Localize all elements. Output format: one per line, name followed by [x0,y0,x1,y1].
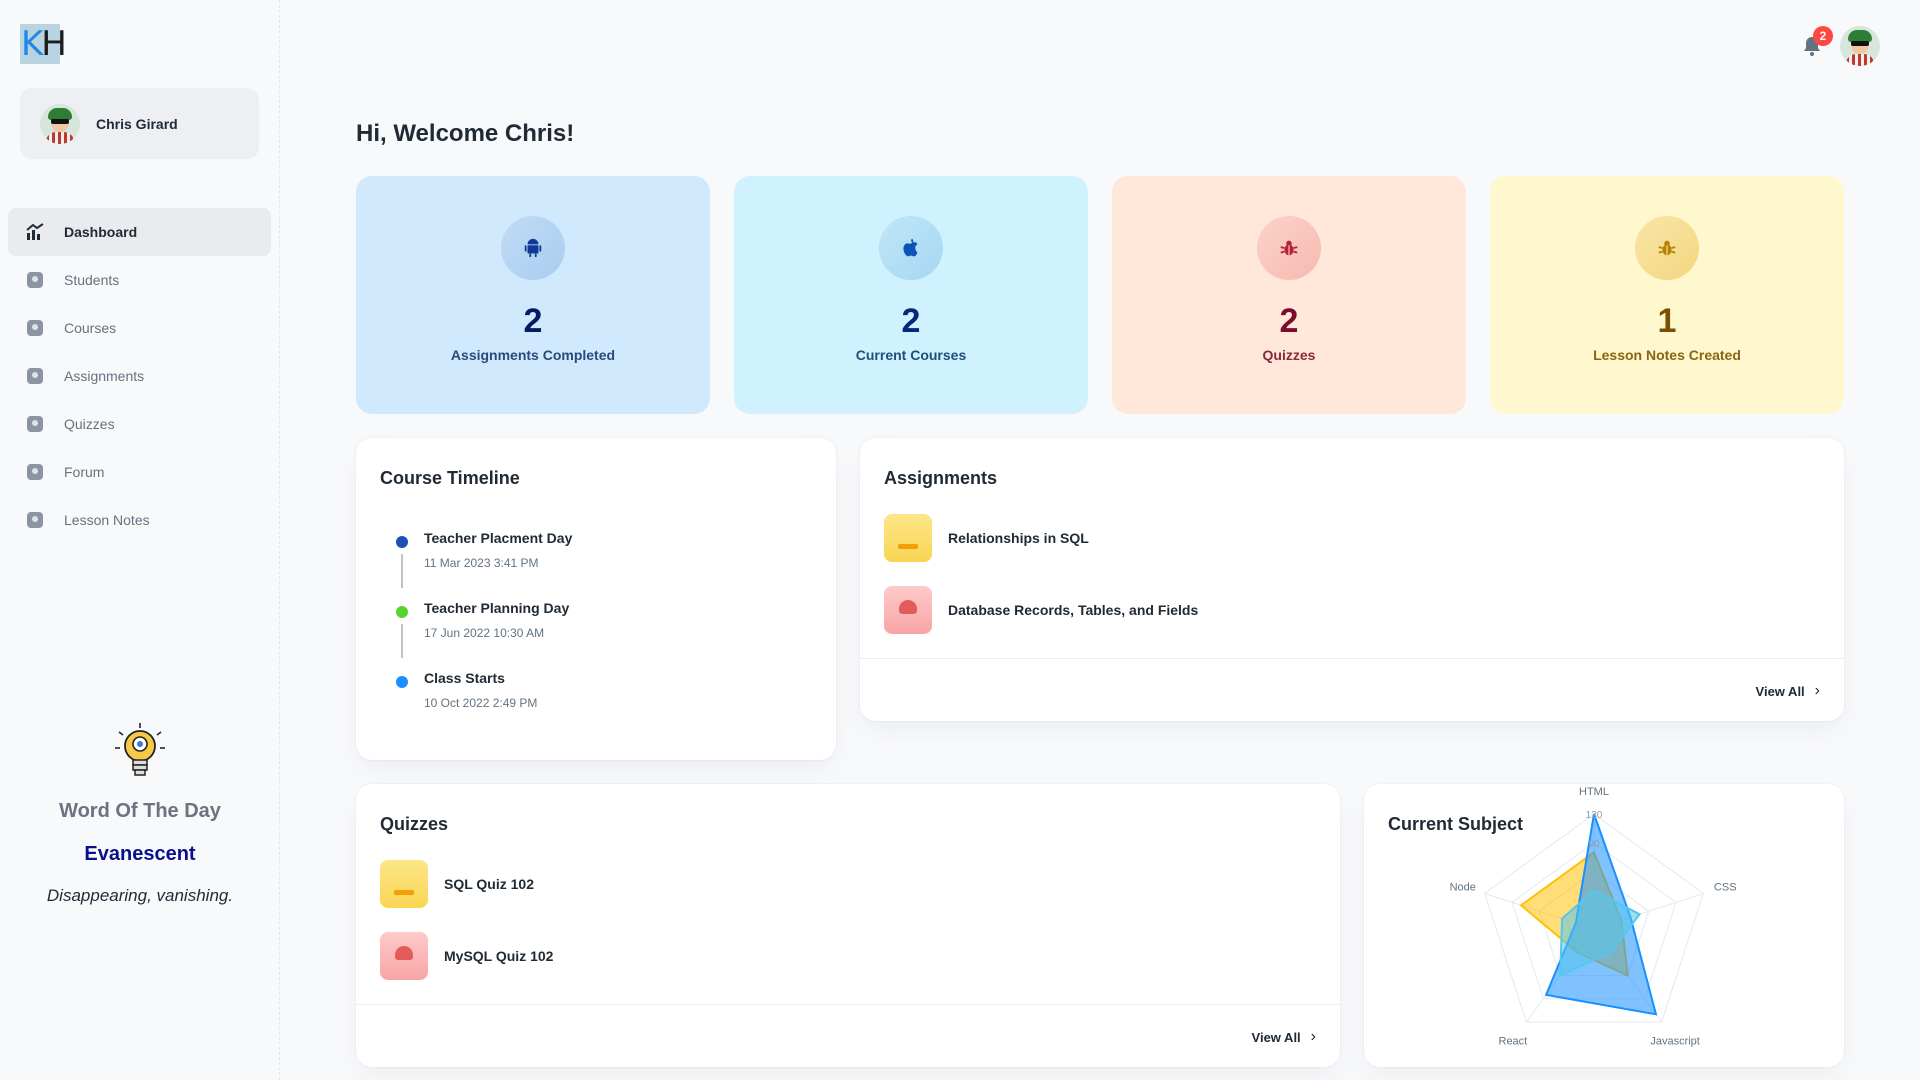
sidebar-item-dashboard[interactable]: Dashboard [8,208,271,256]
radar-axis-label: React [1499,1036,1528,1048]
assignments-panel: Assignments Relationships in SQL Databas… [860,438,1844,721]
quiz-thumbnail [380,860,428,908]
word-of-the-day: Word Of The Day Evanescent Disappearing,… [0,722,280,906]
view-all-quizzes-button[interactable]: View All › [1252,1028,1316,1046]
assignment-item[interactable]: Relationships in SQL [884,514,1089,562]
apple-icon [879,216,943,280]
chevron-right-icon: › [1814,682,1820,699]
person-icon [25,270,45,290]
person-icon [25,462,45,482]
bug-icon [1257,216,1321,280]
stat-label: Lesson Notes Created [1593,347,1741,363]
android-icon [501,216,565,280]
panel-title: Quizzes [380,814,449,834]
stat-value: 2 [523,302,543,340]
timeline-connector [401,554,403,588]
sidebar-item-quizzes[interactable]: Quizzes [8,400,271,448]
stat-card-quizzes: 2 Quizzes [1112,176,1466,414]
book-icon [25,366,45,386]
quiz-thumbnail [380,932,428,980]
book-icon [25,510,45,530]
panel-title: Course Timeline [380,468,520,488]
radar-axis-label: CSS [1714,881,1737,893]
stat-value: 2 [901,302,921,340]
sidebar-item-label: Lesson Notes [64,512,150,528]
timeline-connector [401,624,403,658]
sidebar-item-label: Assignments [64,368,145,384]
page-title: Hi, Welcome Chris! [356,120,575,147]
quiz-title: MySQL Quiz 102 [444,948,554,964]
radar-axis-label: Node [1450,881,1476,893]
stat-card-assignments-completed: 2 Assignments Completed [356,176,710,414]
sidebar: KH Chris Girard Dashboard Students Cours… [0,0,280,1080]
assignment-thumbnail [884,514,932,562]
stat-label: Current Courses [855,347,967,363]
timeline-item-title: Teacher Placment Day [424,530,573,546]
assignment-thumbnail [884,586,932,634]
word-of-the-day-title: Word Of The Day [59,800,221,822]
timeline-dot [396,676,408,688]
timeline-item-title: Class Starts [424,670,505,686]
assignment-item[interactable]: Database Records, Tables, and Fields [884,586,1198,634]
sidebar-item-label: Dashboard [64,224,138,240]
user-card[interactable]: Chris Girard [20,88,259,159]
divider [860,658,1844,659]
assignment-title: Database Records, Tables, and Fields [948,602,1199,618]
assignment-title: Relationships in SQL [948,530,1089,546]
stat-value: 1 [1657,302,1677,340]
sidebar-nav: Dashboard Students Courses Assignments Q… [8,208,271,544]
timeline-item-date: 11 Mar 2023 3:41 PM [424,556,539,570]
chart-icon [25,222,45,242]
chevron-right-icon: › [1310,1028,1316,1045]
user-name: Chris Girard [96,115,178,132]
sidebar-item-label: Courses [64,320,117,336]
sidebar-item-forum[interactable]: Forum [8,448,271,496]
panel-title: Assignments [884,468,998,488]
divider [356,1004,1340,1005]
sidebar-item-students[interactable]: Students [8,256,271,304]
radar-tick-label: 120 [1586,810,1603,821]
quizzes-panel: Quizzes SQL Quiz 102 MySQL Quiz 102 View… [356,784,1340,1067]
quiz-item[interactable]: MySQL Quiz 102 [380,932,553,980]
book-icon [25,414,45,434]
sidebar-item-label: Students [64,272,120,288]
radar-tick-label: 90 [1588,839,1600,850]
bug-icon [1635,216,1699,280]
timeline-dot [396,606,408,618]
sidebar-item-courses[interactable]: Courses [8,304,271,352]
word-of-the-day-word: Evanescent [84,843,196,865]
stat-card-lesson-notes-created: 1 Lesson Notes Created [1490,176,1844,414]
sidebar-item-label: Forum [64,464,105,480]
current-subject-panel: Current Subject HTML CSS Javascript React No… [1364,784,1844,1067]
radar-axis-label: HTML [1579,786,1609,798]
sidebar-item-lesson-notes[interactable]: Lesson Notes [8,496,271,544]
timeline-item-date: 10 Oct 2022 2:49 PM [424,696,538,710]
stat-label: Quizzes [1262,347,1316,363]
stat-label: Assignments Completed [450,347,616,363]
sidebar-item-label: Quizzes [64,416,115,432]
timeline-item-title: Teacher Planning Day [424,600,570,616]
stat-value: 2 [1279,302,1299,340]
account-avatar[interactable] [1840,26,1880,66]
radar-chart: HTML CSS Javascript React Node 120 90 [1450,786,1737,1048]
quiz-item[interactable]: SQL Quiz 102 [380,860,534,908]
timeline-item-date: 17 Jun 2022 10:30 AM [424,626,545,640]
logo[interactable]: KH [20,24,67,64]
timeline-dot [396,536,408,548]
avatar [40,103,80,144]
word-of-the-day-definition: Disappearing, vanishing. [46,886,234,905]
quiz-title: SQL Quiz 102 [444,876,534,892]
sidebar-item-assignments[interactable]: Assignments [8,352,271,400]
notification-badge: 2 [1813,26,1833,46]
view-all-assignments-button[interactable]: View All › [1756,682,1820,700]
stat-card-current-courses: 2 Current Courses [734,176,1088,414]
book-icon [25,318,45,338]
radar-axis-label: Javascript [1650,1036,1700,1048]
course-timeline-panel: Course Timeline Teacher Placment Day 11 … [356,438,836,760]
lightbulb-icon [113,722,167,782]
